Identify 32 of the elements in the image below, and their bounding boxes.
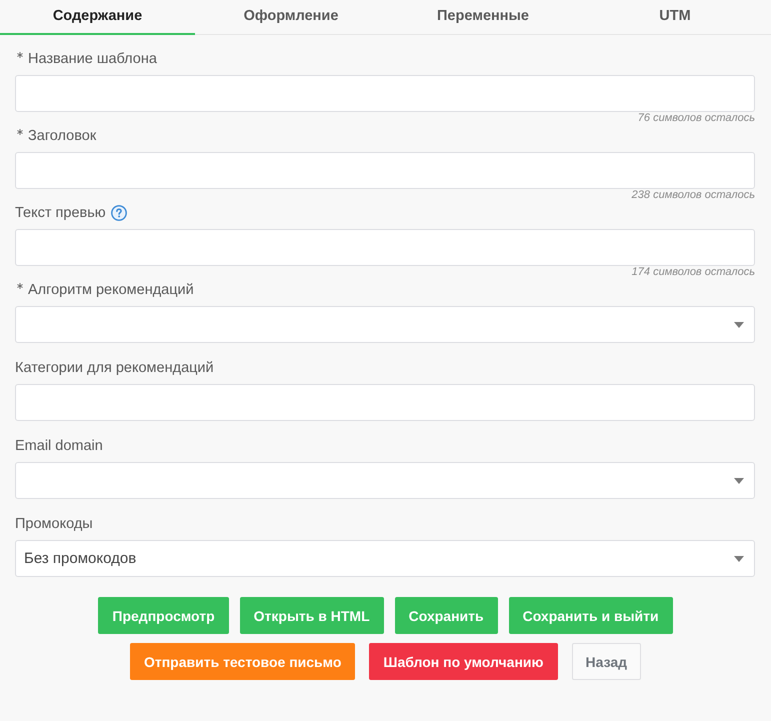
action-button[interactable]: Шаблон по умолчанию xyxy=(369,643,558,680)
help-icon[interactable] xyxy=(110,205,127,221)
text-field[interactable] xyxy=(15,75,755,112)
caret-icon xyxy=(734,322,744,328)
caret-icon xyxy=(734,556,744,562)
tab[interactable]: Оформление xyxy=(195,0,387,35)
text-field[interactable] xyxy=(15,152,755,189)
select-field[interactable] xyxy=(15,462,755,499)
field-label: Текст превью xyxy=(15,204,106,222)
select-field[interactable]: Без промокодов xyxy=(15,540,755,577)
caret-icon xyxy=(734,478,744,484)
character-counter: 238 символов осталось xyxy=(630,189,755,202)
field-label: Email domain xyxy=(15,437,103,455)
field-label: Алгоритм рекомендаций xyxy=(28,281,194,299)
action-button[interactable]: Открыть в HTML xyxy=(240,597,384,634)
field-label: Заголовок xyxy=(28,127,96,145)
text-field[interactable] xyxy=(15,229,755,266)
action-button[interactable]: Отправить тестовое письмо xyxy=(130,643,356,680)
tab[interactable]: Содержание xyxy=(0,0,195,35)
tab[interactable]: Переменные xyxy=(387,0,579,35)
action-button[interactable]: Назад xyxy=(572,643,642,680)
character-counter: 76 символов осталось xyxy=(636,112,755,125)
select-field[interactable] xyxy=(15,306,755,343)
field-label: Промокоды xyxy=(15,515,93,533)
action-button[interactable]: Сохранить и выйти xyxy=(508,597,673,634)
field-label: Название шаблона xyxy=(28,50,157,68)
action-button[interactable]: Сохранить xyxy=(394,597,498,634)
text-field[interactable] xyxy=(15,384,755,421)
field-label: Категории для рекомендаций xyxy=(15,359,214,377)
action-button[interactable]: Предпросмотр xyxy=(98,597,229,634)
character-counter: 174 символов осталось xyxy=(630,266,755,279)
tab[interactable]: UTM xyxy=(579,0,771,35)
